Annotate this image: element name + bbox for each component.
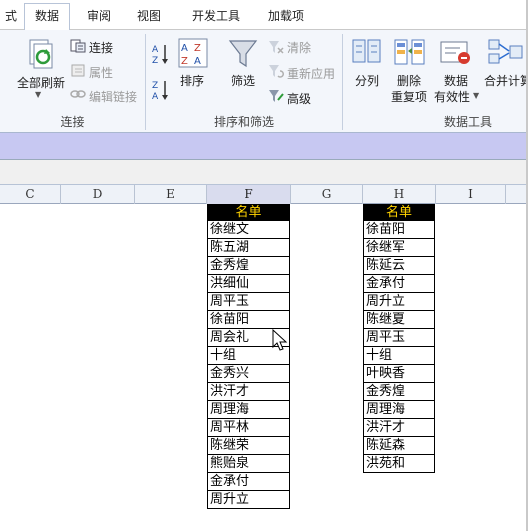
connections-label: 连接	[89, 41, 114, 55]
list-cell[interactable]: 周升立	[363, 293, 435, 311]
advanced-filter-icon	[269, 90, 284, 102]
list-cell[interactable]: 陈继夏	[363, 311, 435, 329]
consolidate-icon	[488, 39, 523, 64]
group-label-sort-filter: 排序和筛选	[213, 115, 274, 129]
tab-addins[interactable]: 加载项	[260, 5, 312, 30]
list-cell[interactable]: 金秀兴	[207, 365, 290, 383]
refresh-all-icon	[29, 39, 53, 69]
svg-text:Z: Z	[181, 56, 188, 67]
consolidate-label: 合并计算	[484, 74, 528, 88]
list-cell[interactable]: 洪细仙	[207, 275, 290, 293]
svg-text:Z: Z	[152, 81, 158, 91]
column-header-g[interactable]: G	[291, 185, 363, 204]
list-cell[interactable]: 洪苑和	[363, 455, 435, 473]
ribbon-data: 全部刷新 ▼ 连接 属性 编辑链接 连接 A Z Z A A Z Z A 排序 …	[0, 30, 528, 133]
edit-links-icon	[70, 90, 86, 98]
sort-dialog-icon: A Z Z A	[178, 38, 208, 68]
list-cell[interactable]: 徐继军	[363, 239, 435, 257]
tab-developer[interactable]: 开发工具	[184, 5, 248, 30]
tab-review[interactable]: 审阅	[78, 5, 120, 30]
list-cell[interactable]: 周理海	[363, 401, 435, 419]
list-cell[interactable]: 周平林	[207, 419, 290, 437]
list-cell[interactable]: 洪汗才	[207, 383, 290, 401]
column-header-d[interactable]: D	[61, 185, 135, 204]
edit-links-label: 编辑链接	[89, 90, 138, 104]
list-cell[interactable]: 陈继荣	[207, 437, 290, 455]
svg-text:A: A	[152, 45, 159, 55]
column-header-i[interactable]: I	[436, 185, 506, 204]
tab-formulas[interactable]: 式	[0, 5, 22, 30]
data-validation-label-line2: 有效性	[434, 90, 471, 104]
list-header[interactable]: 名单	[207, 204, 290, 221]
column-header-row: C D E F G H I	[0, 185, 528, 204]
list-cell[interactable]: 徐苗阳	[207, 311, 290, 329]
list-cell[interactable]: 徐继文	[207, 221, 290, 239]
svg-text:A: A	[194, 56, 201, 67]
column-header-e[interactable]: E	[135, 185, 207, 204]
advanced-filter-label: 高级	[287, 92, 312, 106]
formula-bar[interactable]	[0, 159, 528, 185]
list-cell[interactable]: 金秀煌	[207, 257, 290, 275]
sort-ascending-icon: A Z	[152, 45, 168, 66]
tab-data[interactable]: 数据	[24, 3, 70, 31]
ribbon-bottom-band	[0, 133, 528, 159]
list-cell[interactable]: 金承付	[363, 275, 435, 293]
list-cell[interactable]: 徐苗阳	[363, 221, 435, 239]
column-header-c[interactable]: C	[0, 185, 61, 204]
list-cell[interactable]: 叶映香	[363, 365, 435, 383]
list-cell[interactable]: 周平玉	[207, 293, 290, 311]
filter-funnel-icon	[228, 40, 258, 68]
list-cell[interactable]: 金承付	[207, 473, 290, 491]
properties-label: 属性	[89, 66, 114, 80]
list-cell[interactable]: 周理海	[207, 401, 290, 419]
name-list-h: 名单 徐苗阳 徐继军 陈延云 金承付 周升立 陈继夏 周平玉 十组 叶映香 金秀…	[363, 204, 435, 473]
remove-duplicates-icon	[394, 39, 425, 65]
list-cell[interactable]: 周升立	[207, 491, 290, 509]
sort-label: 排序	[180, 74, 205, 88]
filter-label: 筛选	[231, 74, 256, 88]
list-cell[interactable]: 洪汗才	[363, 419, 435, 437]
list-cell[interactable]: 金秀煌	[363, 383, 435, 401]
list-cell[interactable]: 陈五湖	[207, 239, 290, 257]
tab-view[interactable]: 视图	[128, 5, 170, 30]
svg-text:Z: Z	[194, 43, 201, 54]
group-label-data-tools: 数据工具	[443, 115, 492, 129]
list-header[interactable]: 名单	[363, 204, 435, 221]
data-validation-icon	[440, 41, 470, 64]
sort-descending-icon: Z A	[152, 81, 168, 102]
column-header-h[interactable]: H	[363, 185, 436, 204]
svg-text:Z: Z	[152, 56, 158, 66]
clear-filter-icon	[269, 41, 284, 54]
properties-icon	[71, 64, 85, 77]
list-cell[interactable]: 十组	[363, 347, 435, 365]
remove-duplicates-label-line2: 重复项	[391, 90, 428, 104]
reapply-filter-label: 重新应用	[287, 67, 336, 81]
name-list-f: 名单 徐继文 陈五湖 金秀煌 洪细仙 周平玉 徐苗阳 周会礼 十组 金秀兴 洪汗…	[207, 204, 290, 509]
list-cell[interactable]: 周平玉	[363, 329, 435, 347]
mouse-pointer-icon	[272, 329, 288, 351]
refresh-all-label: 全部刷新	[17, 76, 66, 90]
validation-dropdown-icon[interactable]: ▼	[473, 91, 479, 100]
list-cell[interactable]: 熊贻泉	[207, 455, 290, 473]
list-cell[interactable]: 陈延森	[363, 437, 435, 455]
ribbon-tab-bar: 式 数据 审阅 视图 开发工具 加载项	[0, 0, 528, 31]
text-to-columns-icon	[352, 39, 381, 63]
svg-text:A: A	[152, 92, 159, 102]
group-label-connections: 连接	[60, 115, 85, 129]
reapply-filter-icon	[269, 65, 284, 78]
list-cell[interactable]: 陈延云	[363, 257, 435, 275]
text-to-columns-label: 分列	[355, 74, 380, 88]
clear-filter-label: 清除	[287, 41, 312, 55]
connections-icon	[70, 39, 86, 53]
remove-duplicates-label-line1: 删除	[397, 74, 422, 88]
data-validation-label-line1: 数据	[444, 74, 469, 88]
column-header-f[interactable]: F	[207, 185, 291, 204]
refresh-dropdown-icon[interactable]: ▼	[35, 90, 41, 99]
svg-text:A: A	[181, 43, 188, 54]
column-header-j[interactable]	[506, 185, 528, 204]
